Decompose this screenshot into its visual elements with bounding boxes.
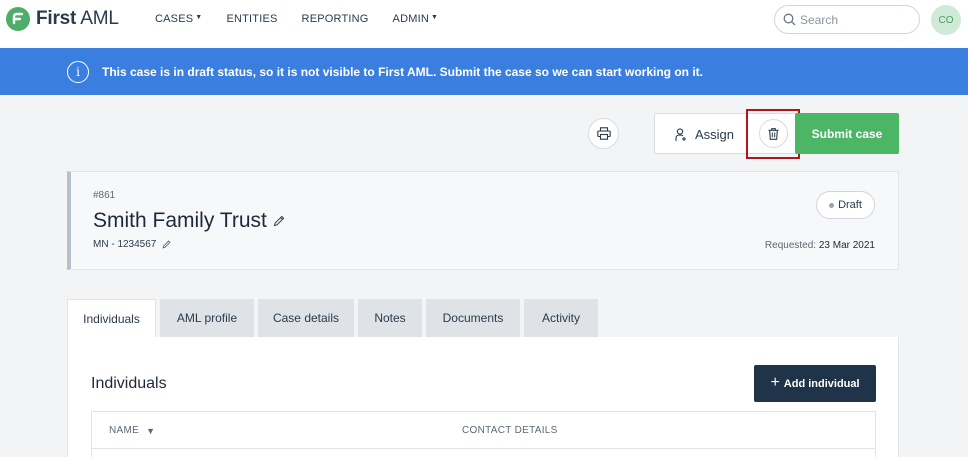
tab-case-details[interactable]: Case details (258, 299, 354, 337)
banner-text: This case is in draft status, so it is n… (102, 65, 704, 79)
delete-button-highlight (746, 109, 800, 159)
tab-individuals[interactable]: Individuals (67, 299, 156, 337)
draft-status-banner: i This case is in draft status, so it is… (0, 48, 968, 95)
nav-item-label: ENTITIES (226, 13, 278, 25)
case-reference-row: MN - 1234567 (93, 239, 171, 250)
top-navigation-bar: First AML CASES ▼ ENTITIES REPORTING ADMI… (0, 0, 968, 48)
requested-date: 23 Mar 2021 (818, 240, 875, 251)
user-avatar[interactable]: CO (931, 5, 961, 35)
tab-activity[interactable]: Activity (524, 299, 598, 337)
case-title-row: Smith Family Trust (93, 209, 285, 233)
edit-title-pencil-icon[interactable] (273, 215, 285, 227)
edit-reference-pencil-icon[interactable] (162, 240, 171, 249)
tab-label: Documents (442, 311, 504, 325)
case-reference: MN - 1234567 (93, 239, 157, 250)
tab-label: Activity (541, 311, 580, 325)
nav-item-label: ADMIN (392, 13, 429, 25)
tab-label: AML profile (176, 311, 238, 325)
assign-user-icon (675, 127, 686, 141)
plus-icon: + (770, 373, 780, 391)
individuals-panel: Individuals + Add individual NAME ▼ CONT… (67, 337, 899, 457)
case-header-card: #861 Smith Family Trust MN - 1234567 Dra… (67, 171, 899, 270)
add-individual-label: Add individual (783, 377, 860, 390)
case-title: Smith Family Trust (93, 209, 267, 232)
info-icon: i (67, 61, 89, 83)
main-nav: CASES ▼ ENTITIES REPORTING ADMIN ▼ (155, 13, 462, 25)
first-aml-logo[interactable]: First AML (6, 7, 119, 31)
search-box[interactable] (774, 5, 920, 34)
submit-case-button[interactable]: Submit case (795, 113, 899, 154)
add-individual-button[interactable]: + Add individual (754, 365, 876, 402)
column-header-label: CONTACT DETAILS (462, 425, 558, 436)
requested-label: Requested: (764, 240, 817, 251)
search-input[interactable] (800, 12, 910, 27)
tab-aml-profile[interactable]: AML profile (160, 299, 254, 337)
sort-down-icon: ▼ (146, 425, 156, 436)
search-icon (783, 13, 796, 26)
nav-item-entities[interactable]: ENTITIES (226, 13, 277, 25)
assign-button-content: Assign (675, 127, 734, 142)
tab-notes[interactable]: Notes (358, 299, 422, 337)
assign-button-label: Assign (695, 127, 735, 142)
logo-mark-icon (6, 7, 30, 31)
status-dot-icon (829, 202, 835, 208)
tab-documents[interactable]: Documents (426, 299, 520, 337)
print-icon (596, 127, 611, 140)
section-title: Individuals (91, 375, 167, 392)
column-header-name[interactable]: NAME ▼ (109, 425, 155, 436)
nav-item-cases[interactable]: CASES ▼ (155, 13, 202, 25)
print-button[interactable] (588, 118, 619, 149)
status-badge: Draft (816, 191, 875, 219)
nav-item-label: CASES (155, 13, 194, 25)
caret-down-icon: ▼ (195, 14, 203, 21)
status-label: Draft (838, 199, 862, 211)
column-header-label: NAME (109, 425, 140, 436)
tab-label: Individuals (83, 311, 140, 326)
requested-date-row: Requested: 23 Mar 2021 (765, 240, 875, 251)
nav-item-label: REPORTING (301, 13, 369, 25)
tab-label: Case details (272, 311, 340, 325)
caret-down-icon: ▼ (431, 14, 439, 21)
table-header-row: NAME ▼ CONTACT DETAILS (92, 412, 875, 449)
case-number: #861 (93, 190, 116, 201)
individuals-table: NAME ▼ CONTACT DETAILS (91, 411, 876, 457)
nav-item-reporting[interactable]: REPORTING (302, 13, 369, 25)
nav-item-admin[interactable]: ADMIN ▼ (393, 13, 439, 25)
tab-label: Notes (374, 311, 406, 325)
case-tabs: Individuals AML profile Case details Not… (67, 299, 602, 337)
column-header-contact-details: CONTACT DETAILS (462, 425, 558, 436)
logo-text: First AML (36, 8, 119, 29)
